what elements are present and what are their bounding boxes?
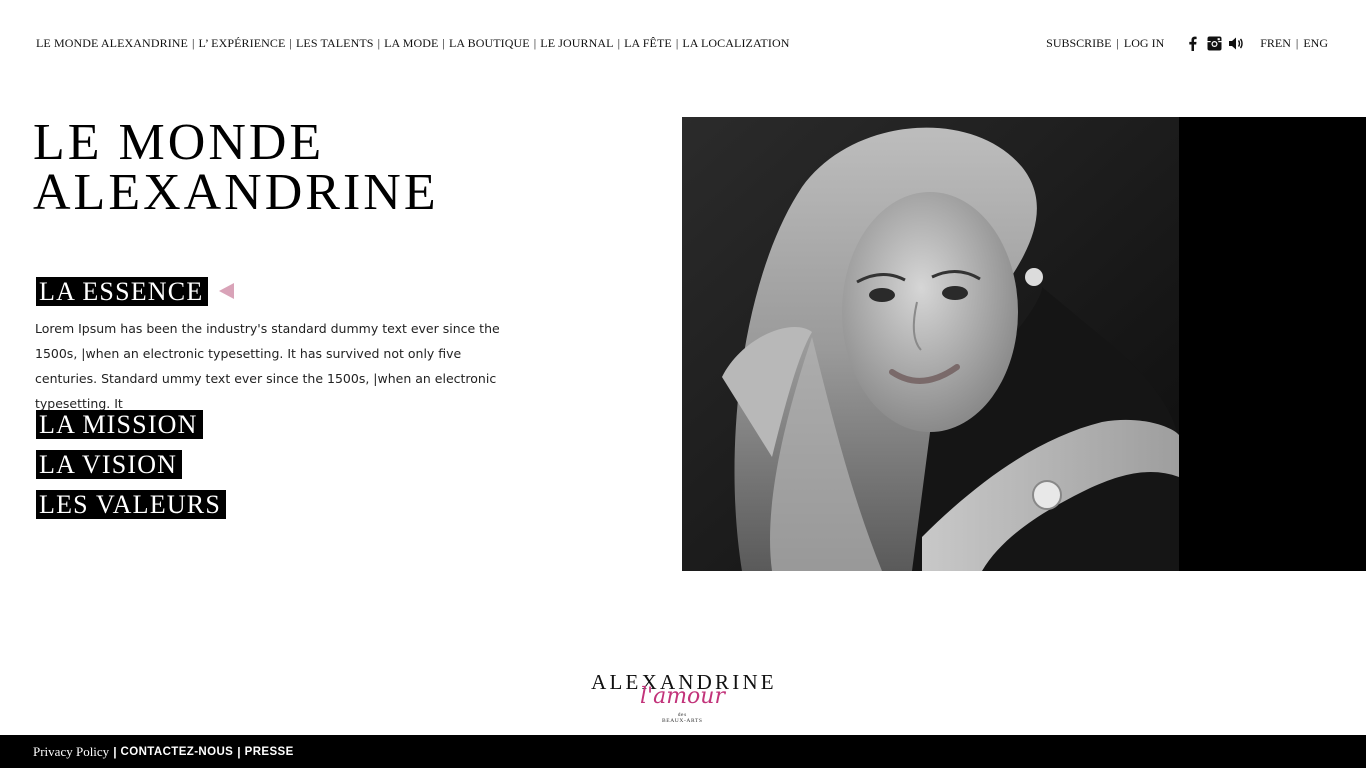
page-title-line-1: LE MONDE [33,114,325,171]
nav-item-journal[interactable]: LE JOURNAL [540,36,613,50]
active-arrow-icon [219,283,234,299]
speaker-icon[interactable] [1228,35,1244,51]
utility-separator: | [1116,35,1119,50]
brand-subtitle-2: BEAUX-ARTS [662,718,703,724]
language-en[interactable]: ENG [1303,36,1328,51]
header-utilities: SUBSCRIBE | LOG IN FREN | ENG [1046,35,1328,51]
subscribe-link[interactable]: SUBSCRIBE [1046,36,1111,51]
nav-item-boutique[interactable]: LA BOUTIQUE [449,36,530,50]
hero-photo-panel [682,117,1366,571]
nav-separator: | [617,36,621,50]
social-links [1184,35,1244,51]
brand-script: l'amour [640,684,725,709]
nav-separator: | [289,36,292,50]
footer-separator: | [113,744,117,759]
nav-item-mode[interactable]: LA MODE [384,36,438,50]
nav-separator: | [533,36,537,50]
section-valeurs-heading[interactable]: LES VALEURS [36,490,226,519]
nav-item-le-monde[interactable]: LE MONDE ALEXANDRINE [36,36,188,50]
footer-separator: | [237,744,241,759]
section-mission-heading[interactable]: LA MISSION [36,410,203,439]
main-nav: LE MONDE ALEXANDRINE | L’ EXPÉRIENCE | LES T… [36,36,789,51]
brand-logo[interactable]: ALEXANDRINE l'amour des BEAUX-ARTS [584,671,784,724]
footer-links: Privacy Policy | CONTACTEZ-NOUS | PRESSE [33,744,294,760]
nav-separator: | [191,36,195,50]
language-separator: | [1295,35,1299,50]
press-link[interactable]: PRESSE [245,746,294,758]
portrait-photo [682,117,1179,571]
contact-link[interactable]: CONTACTEZ-NOUS [121,746,234,758]
page-title-line-2: ALEXANDRINE [33,164,439,221]
nav-item-fete[interactable]: LA FÊTE [624,36,672,50]
section-essence-heading[interactable]: LA ESSENCE [36,277,209,306]
nav-separator: | [442,36,445,50]
nav-item-experience[interactable]: L’ EXPÉRIENCE [199,36,286,50]
nav-separator: | [377,36,381,50]
page-title: LE MONDE ALEXANDRINE [33,114,553,221]
nav-item-localization[interactable]: LA LOCALIZATION [682,36,789,50]
nav-separator: | [675,36,679,50]
brand-subtitle: des BEAUX-ARTS [662,712,703,724]
login-link[interactable]: LOG IN [1124,36,1164,51]
language-fr[interactable]: FREN [1260,36,1291,51]
instagram-icon[interactable] [1206,35,1222,51]
section-vision-heading[interactable]: LA VISION [36,450,183,479]
facebook-icon[interactable] [1184,35,1200,51]
footer-bar: Privacy Policy | CONTACTEZ-NOUS | PRESSE [0,735,1366,768]
nav-item-talents[interactable]: LES TALENTS [296,36,374,50]
essence-text: Lorem Ipsum has been the industry's stan… [35,321,500,411]
privacy-policy-link[interactable]: Privacy Policy [33,744,109,760]
